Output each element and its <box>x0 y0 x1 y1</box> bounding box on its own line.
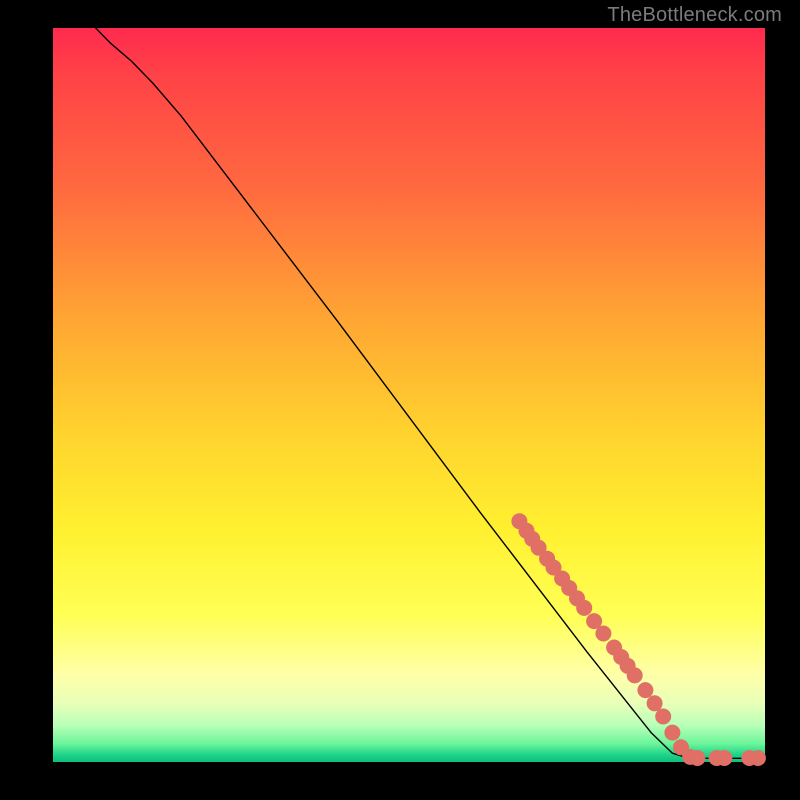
data-marker <box>664 725 680 741</box>
data-marker <box>655 709 671 725</box>
attribution-text: TheBottleneck.com <box>607 4 782 27</box>
plot-overlay <box>53 28 765 762</box>
data-marker <box>647 695 663 711</box>
chart-container: TheBottleneck.com <box>0 0 800 800</box>
main-curve <box>96 28 765 758</box>
data-marker <box>595 626 611 642</box>
data-marker <box>750 750 766 766</box>
data-marker <box>637 682 653 698</box>
data-marker <box>716 750 732 766</box>
data-marker <box>576 600 592 616</box>
data-marker <box>627 667 643 683</box>
data-marker <box>689 750 705 766</box>
marker-group <box>511 513 766 766</box>
